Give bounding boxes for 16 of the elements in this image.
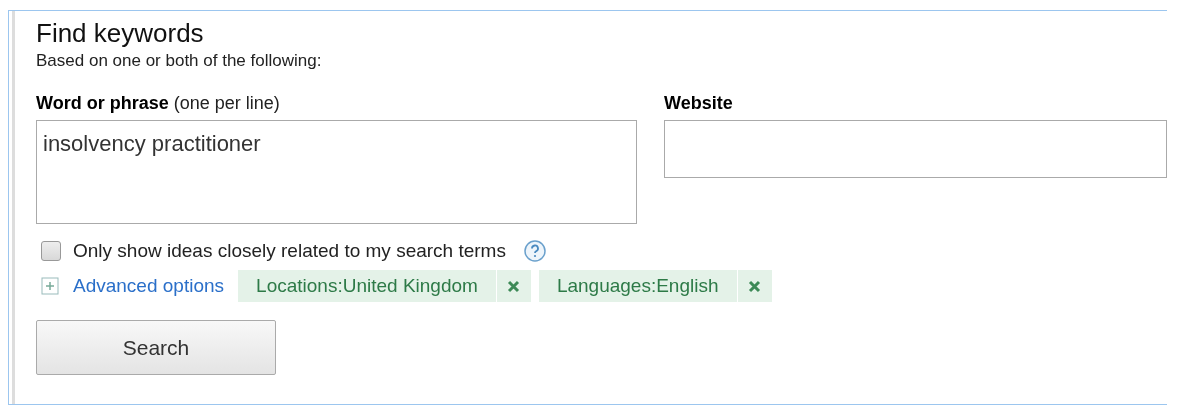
checkbox[interactable]: [41, 241, 61, 261]
filter-label: Locations:United Kingdom: [238, 270, 497, 302]
page-title: Find keywords: [36, 17, 205, 49]
advanced-options-link[interactable]: Advanced options: [73, 275, 225, 297]
filter-label: Languages:English: [538, 270, 738, 302]
help-icon[interactable]: [523, 240, 546, 262]
subtitle: Based on one or both of the following:: [36, 51, 323, 71]
search-button[interactable]: Search: [36, 320, 276, 375]
field-label: Website: [664, 93, 734, 114]
plus-icon[interactable]: [41, 277, 59, 295]
phrase-field[interactable]: insolvency practitioner: [36, 120, 637, 224]
close-icon: [748, 279, 761, 293]
checkbox-label: Only show ideas closely related to my search terms: [73, 240, 506, 262]
field-label: Word or phrase (one per line): [36, 93, 281, 114]
website-field[interactable]: [664, 120, 1167, 178]
close-icon: [507, 279, 521, 293]
